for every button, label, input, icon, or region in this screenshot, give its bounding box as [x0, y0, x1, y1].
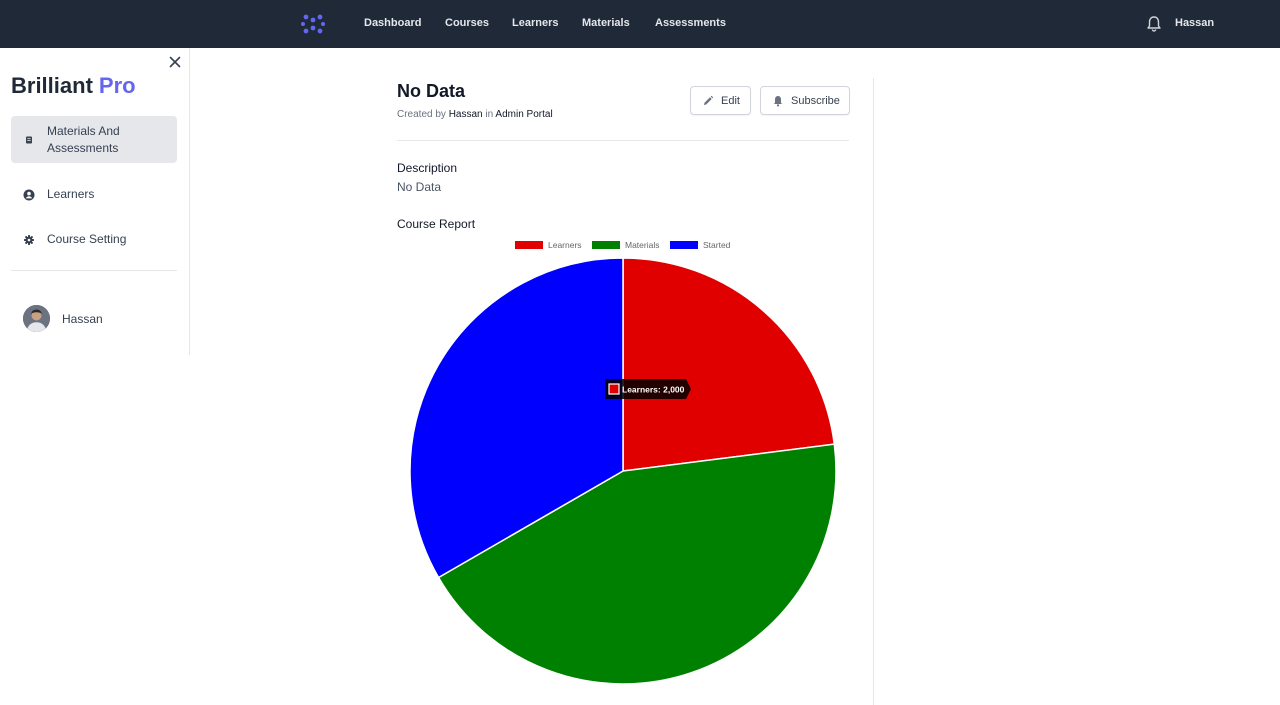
- sidebar-item-label: Learners: [47, 187, 95, 201]
- tooltip-label: Learners: 2,000: [622, 385, 685, 395]
- nav-assessments[interactable]: Assessments: [655, 17, 726, 29]
- gear-icon: [24, 234, 34, 245]
- meta-prefix: Created by: [397, 109, 446, 120]
- legend-label[interactable]: Learners: [548, 240, 582, 250]
- edit-button[interactable]: Edit: [690, 86, 751, 115]
- bell-icon: [774, 95, 782, 106]
- avatar-image: [23, 305, 50, 332]
- legend-label[interactable]: Materials: [625, 240, 659, 250]
- nav-courses[interactable]: Courses: [445, 17, 489, 29]
- edit-button-label: Edit: [721, 94, 740, 107]
- sidebar-item-materials-and-assessments[interactable]: Materials And Assessments: [11, 116, 177, 163]
- sidebar-item-course-setting[interactable]: Course Setting: [11, 231, 177, 248]
- sidebar-item-learners[interactable]: Learners: [11, 186, 177, 203]
- nav-learners[interactable]: Learners: [512, 17, 558, 29]
- legend-swatch[interactable]: [592, 241, 620, 249]
- sidebar-divider: [11, 270, 177, 271]
- hub-dots-icon[interactable]: [301, 12, 325, 36]
- top-navbar: Dashboard Courses Learners Materials Ass…: [0, 0, 1280, 48]
- brand-logo: Brilliant Pro: [11, 73, 136, 99]
- close-icon[interactable]: [167, 54, 183, 70]
- page-title: No Data: [397, 81, 466, 101]
- header-divider: [397, 140, 849, 141]
- pie-slice-learners[interactable]: [622, 257, 836, 472]
- description-label: Description: [397, 161, 458, 175]
- content-divider: [873, 78, 874, 705]
- nav-materials[interactable]: Materials: [582, 17, 630, 29]
- meta-author: Hassan: [448, 109, 483, 120]
- description-value: No Data: [397, 180, 442, 194]
- legend-swatch[interactable]: [670, 241, 698, 249]
- document-icon: [26, 136, 32, 143]
- subscribe-button[interactable]: Subscribe: [760, 86, 850, 115]
- user-circle-icon: [23, 189, 35, 200]
- nav-dashboard[interactable]: Dashboard: [364, 17, 421, 29]
- bell-icon[interactable]: [1146, 15, 1162, 33]
- legend-label[interactable]: Started: [703, 240, 731, 250]
- brand-name: Brilliant: [11, 73, 93, 98]
- chart-tooltip: Learners: 2,000: [605, 379, 691, 399]
- avatar[interactable]: [23, 305, 50, 332]
- legend-swatch[interactable]: [515, 241, 543, 249]
- created-by-meta: Created by Hassan in Admin Portal: [397, 109, 553, 120]
- sidebar-user-name[interactable]: Hassan: [62, 312, 103, 326]
- pencil-icon: [704, 95, 714, 105]
- subscribe-button-label: Subscribe: [791, 94, 840, 107]
- course-report-pie-chart[interactable]: Learners Materials Started Learners: 2,000: [397, 236, 849, 705]
- sidebar-item-label: Materials And Assessments: [47, 123, 120, 155]
- brand-accent: Pro: [98, 73, 136, 98]
- sidebar: Brilliant Pro Materials And Assessments L…: [0, 48, 190, 355]
- sidebar-item-label: Course Setting: [47, 232, 127, 246]
- meta-portal: Admin Portal: [495, 109, 553, 120]
- topbar-user-name[interactable]: Hassan: [1175, 17, 1214, 29]
- meta-joiner: in: [485, 109, 494, 120]
- course-report-label: Course Report: [397, 217, 476, 231]
